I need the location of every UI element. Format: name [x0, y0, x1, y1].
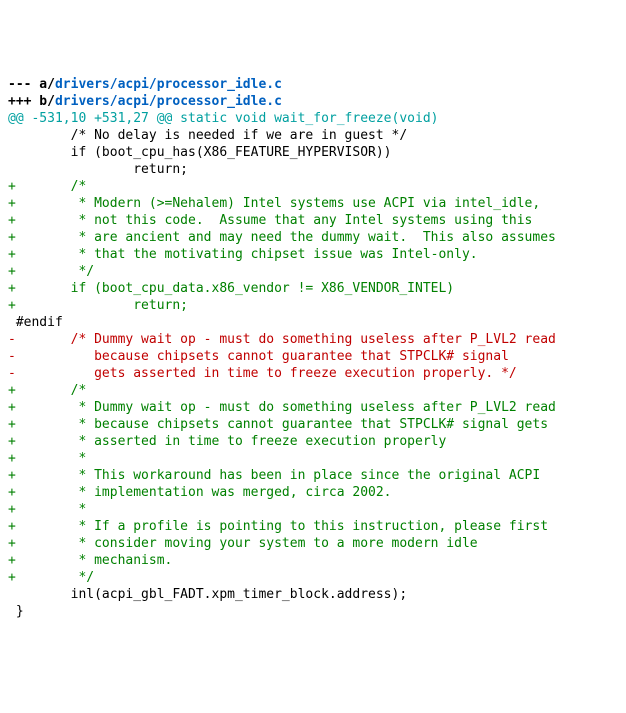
- added-line: + * because chipsets cannot guarantee th…: [8, 417, 548, 432]
- context-line: return;: [8, 162, 188, 177]
- added-line: + * asserted in time to freeze execution…: [8, 434, 446, 449]
- hunk-header: @@ -531,10 +531,27 @@ static void wait_f…: [8, 111, 438, 126]
- added-line: + /*: [8, 179, 86, 194]
- file-minus-line: --- a/drivers/acpi/processor_idle.c: [8, 77, 282, 92]
- added-line: + */: [8, 570, 94, 585]
- added-line: + * mechanism.: [8, 553, 172, 568]
- added-line: + /*: [8, 383, 86, 398]
- added-line: + * not this code. Assume that any Intel…: [8, 213, 532, 228]
- added-line: + * that the motivating chipset issue wa…: [8, 247, 478, 262]
- added-line: + *: [8, 451, 86, 466]
- added-line: + * are ancient and may need the dummy w…: [8, 230, 556, 245]
- deleted-line: - /* Dummy wait op - must do something u…: [8, 332, 556, 347]
- plus-prefix: +++ b/: [8, 94, 55, 109]
- added-line: + *: [8, 502, 86, 517]
- added-line: + * This workaround has been in place si…: [8, 468, 540, 483]
- deleted-line: - gets asserted in time to freeze execut…: [8, 366, 517, 381]
- added-line: + * implementation was merged, circa 200…: [8, 485, 392, 500]
- added-line: + * consider moving your system to a mor…: [8, 536, 478, 551]
- context-line: /* No delay is needed if we are in guest…: [8, 128, 407, 143]
- file-path-b: drivers/acpi/processor_idle.c: [55, 94, 282, 109]
- added-line: + * Dummy wait op - must do something us…: [8, 400, 556, 415]
- added-line: + */: [8, 264, 94, 279]
- file-path-a: drivers/acpi/processor_idle.c: [55, 77, 282, 92]
- context-line: }: [8, 604, 24, 619]
- added-line: + * Modern (>=Nehalem) Intel systems use…: [8, 196, 540, 211]
- added-line: + return;: [8, 298, 188, 313]
- context-line: inl(acpi_gbl_FADT.xpm_timer_block.addres…: [8, 587, 407, 602]
- diff-view: --- a/drivers/acpi/processor_idle.c +++ …: [8, 76, 618, 620]
- context-line: if (boot_cpu_has(X86_FEATURE_HYPERVISOR)…: [8, 145, 392, 160]
- added-line: + if (boot_cpu_data.x86_vendor != X86_VE…: [8, 281, 454, 296]
- added-line: + * If a profile is pointing to this ins…: [8, 519, 548, 534]
- context-line: #endif: [8, 315, 63, 330]
- file-plus-line: +++ b/drivers/acpi/processor_idle.c: [8, 94, 282, 109]
- deleted-line: - because chipsets cannot guarantee that…: [8, 349, 509, 364]
- minus-prefix: --- a/: [8, 77, 55, 92]
